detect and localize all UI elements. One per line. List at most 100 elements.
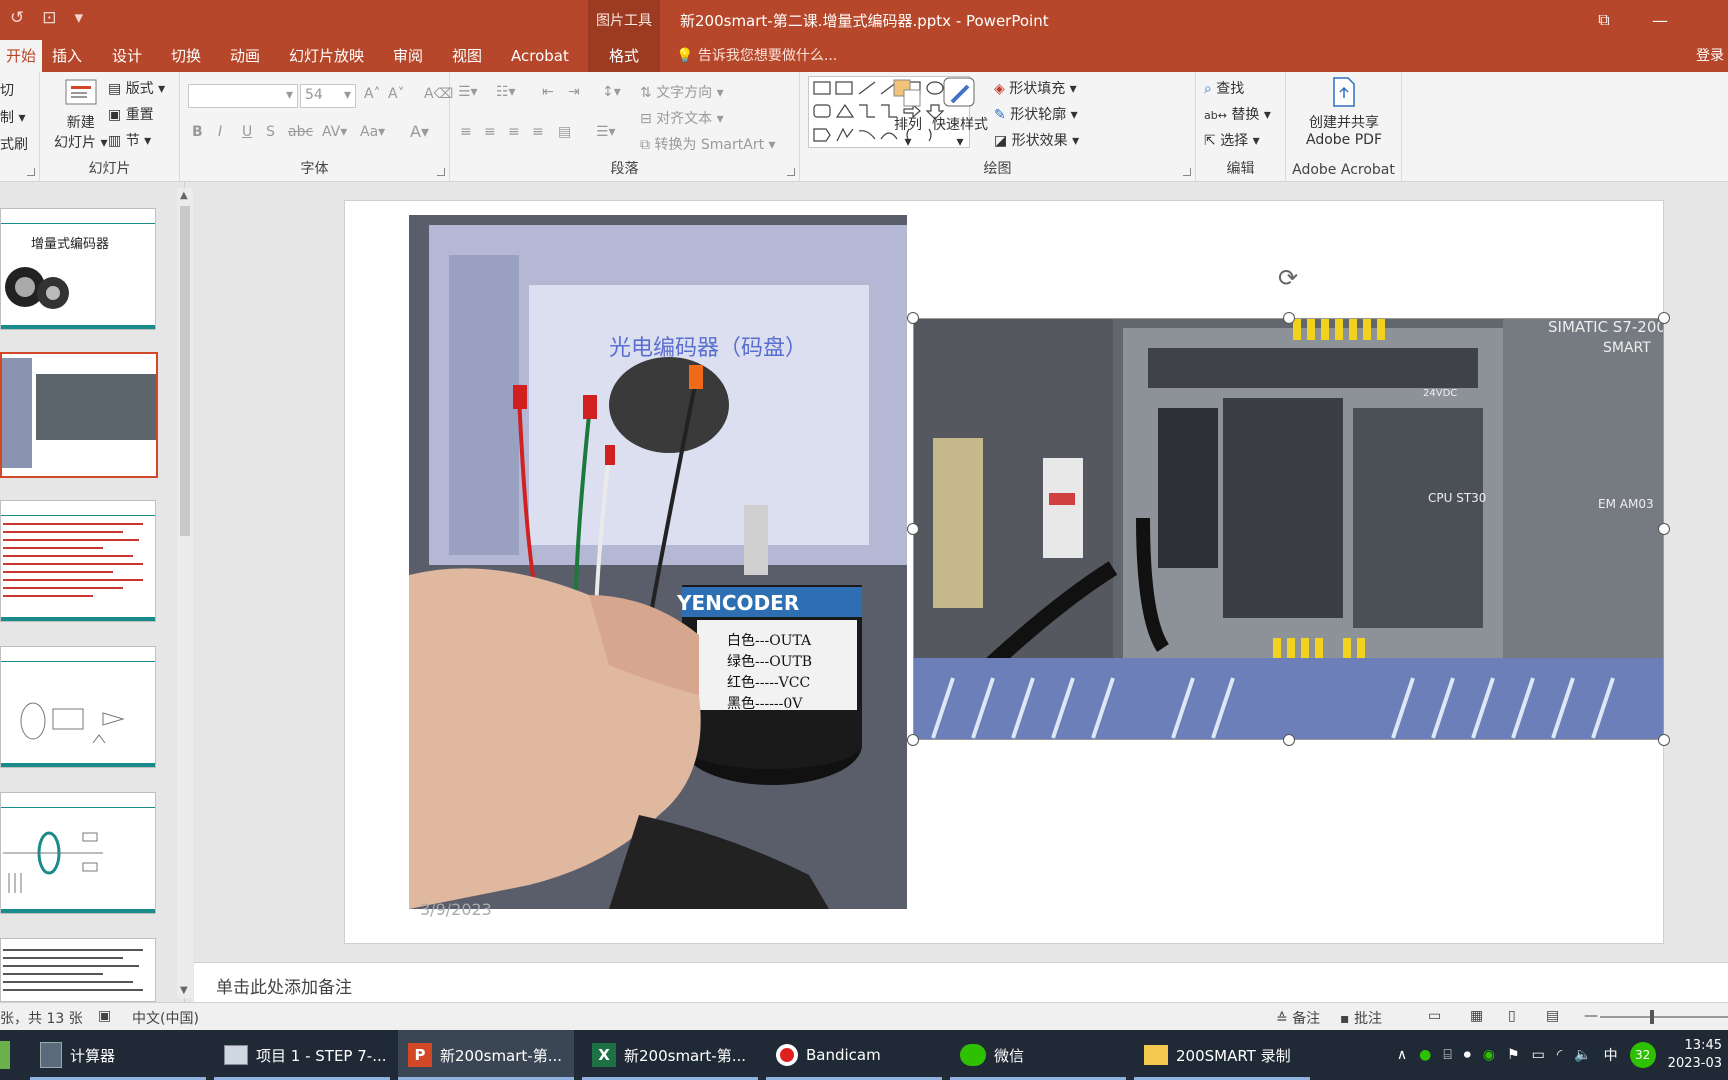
resize-handle-top[interactable] bbox=[1283, 312, 1295, 324]
resize-handle-top-left[interactable] bbox=[907, 312, 919, 324]
convert-smartart-button[interactable]: ⧉ 转换为 SmartArt ▾ bbox=[640, 134, 776, 154]
bold-icon[interactable]: B bbox=[192, 124, 203, 140]
drawing-launcher-icon[interactable] bbox=[1183, 168, 1191, 176]
zoom-slider-thumb[interactable] bbox=[1650, 1010, 1654, 1024]
line-spacing-icon[interactable]: ↕▾ bbox=[602, 84, 621, 100]
resize-handle-left[interactable] bbox=[907, 523, 919, 535]
minimize-button[interactable]: — bbox=[1632, 0, 1688, 40]
scroll-up-icon[interactable]: ▲ bbox=[180, 190, 188, 201]
slide-sorter-icon[interactable]: ▦ bbox=[1470, 1008, 1483, 1024]
taskbar-wechat[interactable]: 微信 bbox=[950, 1030, 1126, 1080]
slide-thumbnail-3[interactable] bbox=[0, 500, 156, 622]
font-name-input[interactable]: ▾ bbox=[188, 84, 298, 108]
align-left-icon[interactable]: ≡ bbox=[460, 124, 472, 140]
font-launcher-icon[interactable] bbox=[437, 168, 445, 176]
strikethrough-icon[interactable]: abc bbox=[288, 124, 313, 140]
resize-handle-right[interactable] bbox=[1658, 523, 1670, 535]
justify-icon[interactable]: ≡ bbox=[532, 124, 544, 140]
sign-in-link[interactable]: 登录 bbox=[1696, 40, 1728, 72]
font-size-input[interactable]: 54 ▾ bbox=[300, 84, 356, 108]
font-color-icon[interactable]: A▾ bbox=[410, 122, 429, 141]
taskbar-step7[interactable]: 项目 1 - STEP 7-... bbox=[214, 1030, 390, 1080]
section-button[interactable]: ▥ 节 ▾ bbox=[108, 130, 151, 150]
resize-handle-top-right[interactable] bbox=[1658, 312, 1670, 324]
language-indicator[interactable]: 中文(中国) bbox=[132, 1008, 199, 1028]
align-text-button[interactable]: ⊟ 对齐文本 ▾ bbox=[640, 108, 724, 128]
wifi-icon[interactable]: ◜ bbox=[1557, 1047, 1562, 1063]
text-direction-button[interactable]: ⇅ 文字方向 ▾ bbox=[640, 82, 724, 102]
tab-format[interactable]: 格式 bbox=[588, 40, 660, 72]
scroll-down-icon[interactable]: ▼ bbox=[180, 985, 188, 996]
flag-icon[interactable]: ⚑ bbox=[1507, 1047, 1520, 1063]
thumbnail-scroll-thumb[interactable] bbox=[180, 206, 190, 536]
volume-icon[interactable]: 🔈 bbox=[1574, 1047, 1591, 1063]
wechat-tray-icon[interactable]: ● bbox=[1419, 1047, 1431, 1063]
tab-view[interactable]: 视图 bbox=[452, 40, 482, 72]
reading-view-icon[interactable]: ▯ bbox=[1508, 1008, 1516, 1024]
microphone-icon[interactable]: ⏺ bbox=[1464, 1047, 1471, 1063]
grow-font-icon[interactable]: A˄ bbox=[364, 86, 381, 102]
numbering-icon[interactable]: ☷▾ bbox=[496, 84, 516, 100]
bullets-icon[interactable]: ☰▾ bbox=[458, 84, 478, 100]
rotate-handle-icon[interactable]: ⟳ bbox=[1278, 264, 1298, 292]
slide-thumbnail-6[interactable] bbox=[0, 938, 156, 1002]
resize-handle-bottom-right[interactable] bbox=[1658, 734, 1670, 746]
columns-icon[interactable]: ☰▾ bbox=[596, 124, 616, 140]
slide-thumbnail-1[interactable]: 增量式编码器 bbox=[0, 208, 156, 330]
increase-indent-icon[interactable]: ⇥ bbox=[568, 84, 580, 100]
slideshow-view-icon[interactable]: ▤ bbox=[1546, 1008, 1559, 1024]
taskbar-folder[interactable]: 200SMART 录制 bbox=[1134, 1030, 1310, 1080]
clock[interactable]: 13:45 2023-03 bbox=[1668, 1037, 1722, 1073]
find-button[interactable]: ⌕ 查找 bbox=[1204, 78, 1244, 98]
maximize-button[interactable] bbox=[1688, 0, 1728, 40]
taskbar-powerpoint[interactable]: P 新200smart-第... bbox=[398, 1030, 574, 1080]
align-right-icon[interactable]: ≡ bbox=[508, 124, 520, 140]
tab-slideshow[interactable]: 幻灯片放映 bbox=[289, 40, 364, 72]
paragraph-launcher-icon[interactable] bbox=[787, 168, 795, 176]
tab-transitions[interactable]: 切换 bbox=[171, 40, 201, 72]
clipboard-launcher-icon[interactable] bbox=[27, 168, 35, 176]
undo-icon[interactable]: ↺ bbox=[10, 8, 24, 28]
taskbar-bandicam[interactable]: Bandicam bbox=[766, 1030, 942, 1080]
battery-icon[interactable]: ▭ bbox=[1532, 1047, 1545, 1063]
tab-animations[interactable]: 动画 bbox=[230, 40, 260, 72]
create-share-pdf-button[interactable]: 创建并共享 Adobe PDF bbox=[1302, 76, 1386, 148]
decrease-indent-icon[interactable]: ⇤ bbox=[542, 84, 554, 100]
clear-formatting-icon[interactable]: A⌫ bbox=[424, 86, 453, 102]
tell-me-search[interactable]: 💡 告诉我您想要做什么... bbox=[676, 40, 837, 72]
thumbnail-scrollbar[interactable]: ▲ ▼ bbox=[177, 188, 193, 998]
format-painter-button[interactable]: 式刷 bbox=[0, 134, 28, 154]
ime-indicator[interactable]: 中 bbox=[1604, 1045, 1618, 1065]
tab-insert[interactable]: 插入 bbox=[52, 40, 82, 72]
zoom-out-icon[interactable]: — bbox=[1584, 1008, 1598, 1024]
underline-icon[interactable]: U bbox=[242, 124, 252, 140]
notes-pane[interactable]: 单击此处添加备注 bbox=[194, 962, 1728, 1002]
reset-button[interactable]: ▣ 重置 bbox=[108, 104, 154, 124]
distributed-icon[interactable]: ▤ bbox=[558, 124, 571, 140]
notification-badge[interactable]: 32 bbox=[1629, 1042, 1656, 1068]
app-tray-icon[interactable]: ◉ bbox=[1483, 1047, 1495, 1063]
new-slide-button[interactable]: 新建 幻灯片 ▾ bbox=[54, 76, 107, 152]
slide-thumbnail-5[interactable] bbox=[0, 792, 156, 914]
tab-acrobat[interactable]: Acrobat bbox=[511, 40, 569, 72]
copy-button[interactable]: 制 ▾ bbox=[0, 107, 25, 127]
taskbar-calculator[interactable]: 计算器 bbox=[30, 1030, 206, 1080]
arrange-button[interactable]: 排列 ▾ bbox=[890, 76, 926, 150]
customize-qat-icon[interactable]: ▾ bbox=[75, 8, 84, 28]
notes-button[interactable]: ≙ 备注 bbox=[1276, 1008, 1320, 1028]
resize-handle-bottom[interactable] bbox=[1283, 734, 1295, 746]
show-hidden-icons-icon[interactable]: ∧ bbox=[1397, 1047, 1407, 1063]
layout-button[interactable]: ▤ 版式 ▾ bbox=[108, 78, 165, 98]
shape-outline-button[interactable]: ✎ 形状轮廓 ▾ bbox=[994, 104, 1078, 124]
taskbar-excel[interactable]: X 新200smart-第... bbox=[582, 1030, 758, 1080]
tab-design[interactable]: 设计 bbox=[112, 40, 142, 72]
quick-styles-button[interactable]: 快速样式 ▾ bbox=[932, 76, 988, 150]
cut-button[interactable]: 切 bbox=[0, 80, 14, 100]
shape-fill-button[interactable]: ◈ 形状填充 ▾ bbox=[994, 78, 1077, 98]
slideshow-from-start-icon[interactable]: ⊡ bbox=[42, 8, 56, 28]
slide-thumbnail-2[interactable] bbox=[0, 352, 158, 478]
zoom-slider[interactable] bbox=[1600, 1010, 1728, 1024]
change-case-icon[interactable]: Aa▾ bbox=[360, 124, 385, 140]
normal-view-icon[interactable]: ▭ bbox=[1428, 1008, 1441, 1024]
char-spacing-icon[interactable]: AV▾ bbox=[322, 124, 347, 140]
